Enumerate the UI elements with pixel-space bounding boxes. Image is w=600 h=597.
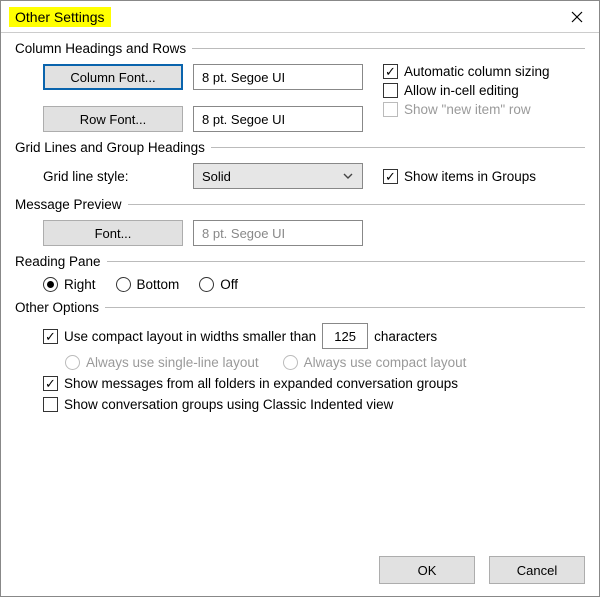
dialog-footer: OK Cancel	[1, 546, 599, 596]
column-font-button[interactable]: Column Font...	[43, 64, 183, 90]
group-divider	[107, 261, 585, 262]
checkbox-icon	[43, 397, 58, 412]
group-title: Other Options	[15, 300, 99, 315]
always-single-line-radio: Always use single-line layout	[65, 355, 259, 370]
group-column-headings: Column Headings and Rows Column Font... …	[15, 41, 585, 132]
group-header: Grid Lines and Group Headings	[15, 140, 585, 155]
grid-style-select[interactable]: Solid	[193, 163, 363, 189]
checkbox-label-after: characters	[374, 329, 437, 344]
radio-label: Bottom	[137, 277, 180, 292]
cancel-button[interactable]: Cancel	[489, 556, 585, 584]
group-header: Other Options	[15, 300, 585, 315]
dialog-content: Column Headings and Rows Column Font... …	[1, 33, 599, 546]
row-font-value[interactable]: 8 pt. Segoe UI	[193, 106, 363, 132]
group-divider	[192, 48, 585, 49]
radio-icon	[116, 277, 131, 292]
checkbox-icon: ✓	[43, 376, 58, 391]
group-message-preview: Message Preview Font... 8 pt. Segoe UI	[15, 197, 585, 246]
radio-label: Off	[220, 277, 238, 292]
group-title: Message Preview	[15, 197, 122, 212]
checkbox-icon: ✓	[383, 169, 398, 184]
checkbox-icon	[383, 102, 398, 117]
show-new-item-checkbox: Show "new item" row	[383, 102, 550, 117]
checkbox-label: Show messages from all folders in expand…	[64, 376, 458, 391]
checkbox-label-before: Use compact layout in widths smaller tha…	[64, 329, 316, 344]
radio-label: Always use single-line layout	[86, 355, 259, 370]
group-header: Reading Pane	[15, 254, 585, 269]
group-divider	[128, 204, 585, 205]
title-bar: Other Settings	[1, 1, 599, 33]
group-header: Message Preview	[15, 197, 585, 212]
radio-icon	[283, 355, 298, 370]
radio-icon	[43, 277, 58, 292]
radio-label: Always use compact layout	[304, 355, 467, 370]
window-title: Other Settings	[9, 7, 111, 27]
checkbox-label: Show items in Groups	[404, 169, 536, 184]
checkbox-label: Show conversation groups using Classic I…	[64, 397, 393, 412]
group-header: Column Headings and Rows	[15, 41, 585, 56]
group-title: Grid Lines and Group Headings	[15, 140, 205, 155]
group-title: Column Headings and Rows	[15, 41, 186, 56]
reading-pane-right-radio[interactable]: Right	[43, 277, 96, 292]
grid-style-label: Grid line style:	[43, 169, 183, 184]
ok-button[interactable]: OK	[379, 556, 475, 584]
auto-column-sizing-checkbox[interactable]: ✓ Automatic column sizing	[383, 64, 550, 79]
close-button[interactable]	[555, 1, 599, 32]
group-divider	[105, 307, 585, 308]
row-font-button[interactable]: Row Font...	[43, 106, 183, 132]
radio-icon	[199, 277, 214, 292]
always-compact-radio: Always use compact layout	[283, 355, 467, 370]
show-items-in-groups-checkbox[interactable]: ✓ Show items in Groups	[383, 169, 536, 184]
group-divider	[211, 147, 585, 148]
group-title: Reading Pane	[15, 254, 101, 269]
reading-pane-bottom-radio[interactable]: Bottom	[116, 277, 180, 292]
checkbox-label: Automatic column sizing	[404, 64, 550, 79]
checkbox-icon	[383, 83, 398, 98]
reading-pane-off-radio[interactable]: Off	[199, 277, 238, 292]
preview-font-button[interactable]: Font...	[43, 220, 183, 246]
checkbox-label: Allow in-cell editing	[404, 83, 519, 98]
expanded-conversation-checkbox[interactable]: ✓ Show messages from all folders in expa…	[43, 376, 585, 391]
select-value: Solid	[202, 169, 231, 184]
radio-icon	[65, 355, 80, 370]
close-icon	[571, 11, 583, 23]
group-reading-pane: Reading Pane Right Bottom Off	[15, 254, 585, 292]
use-compact-layout-checkbox[interactable]: ✓ Use compact layout in widths smaller t…	[43, 323, 585, 349]
group-grid-lines: Grid Lines and Group Headings Grid line …	[15, 140, 585, 189]
radio-label: Right	[64, 277, 96, 292]
classic-indented-checkbox[interactable]: Show conversation groups using Classic I…	[43, 397, 585, 412]
column-font-value[interactable]: 8 pt. Segoe UI	[193, 64, 363, 90]
checkbox-icon: ✓	[383, 64, 398, 79]
group-other-options: Other Options ✓ Use compact layout in wi…	[15, 300, 585, 412]
preview-font-value: 8 pt. Segoe UI	[193, 220, 363, 246]
chevron-down-icon	[342, 170, 354, 182]
checkbox-label: Show "new item" row	[404, 102, 531, 117]
checkbox-icon: ✓	[43, 329, 58, 344]
allow-incell-edit-checkbox[interactable]: Allow in-cell editing	[383, 83, 550, 98]
compact-width-input[interactable]: 125	[322, 323, 368, 349]
dialog-window: Other Settings Column Headings and Rows …	[0, 0, 600, 597]
